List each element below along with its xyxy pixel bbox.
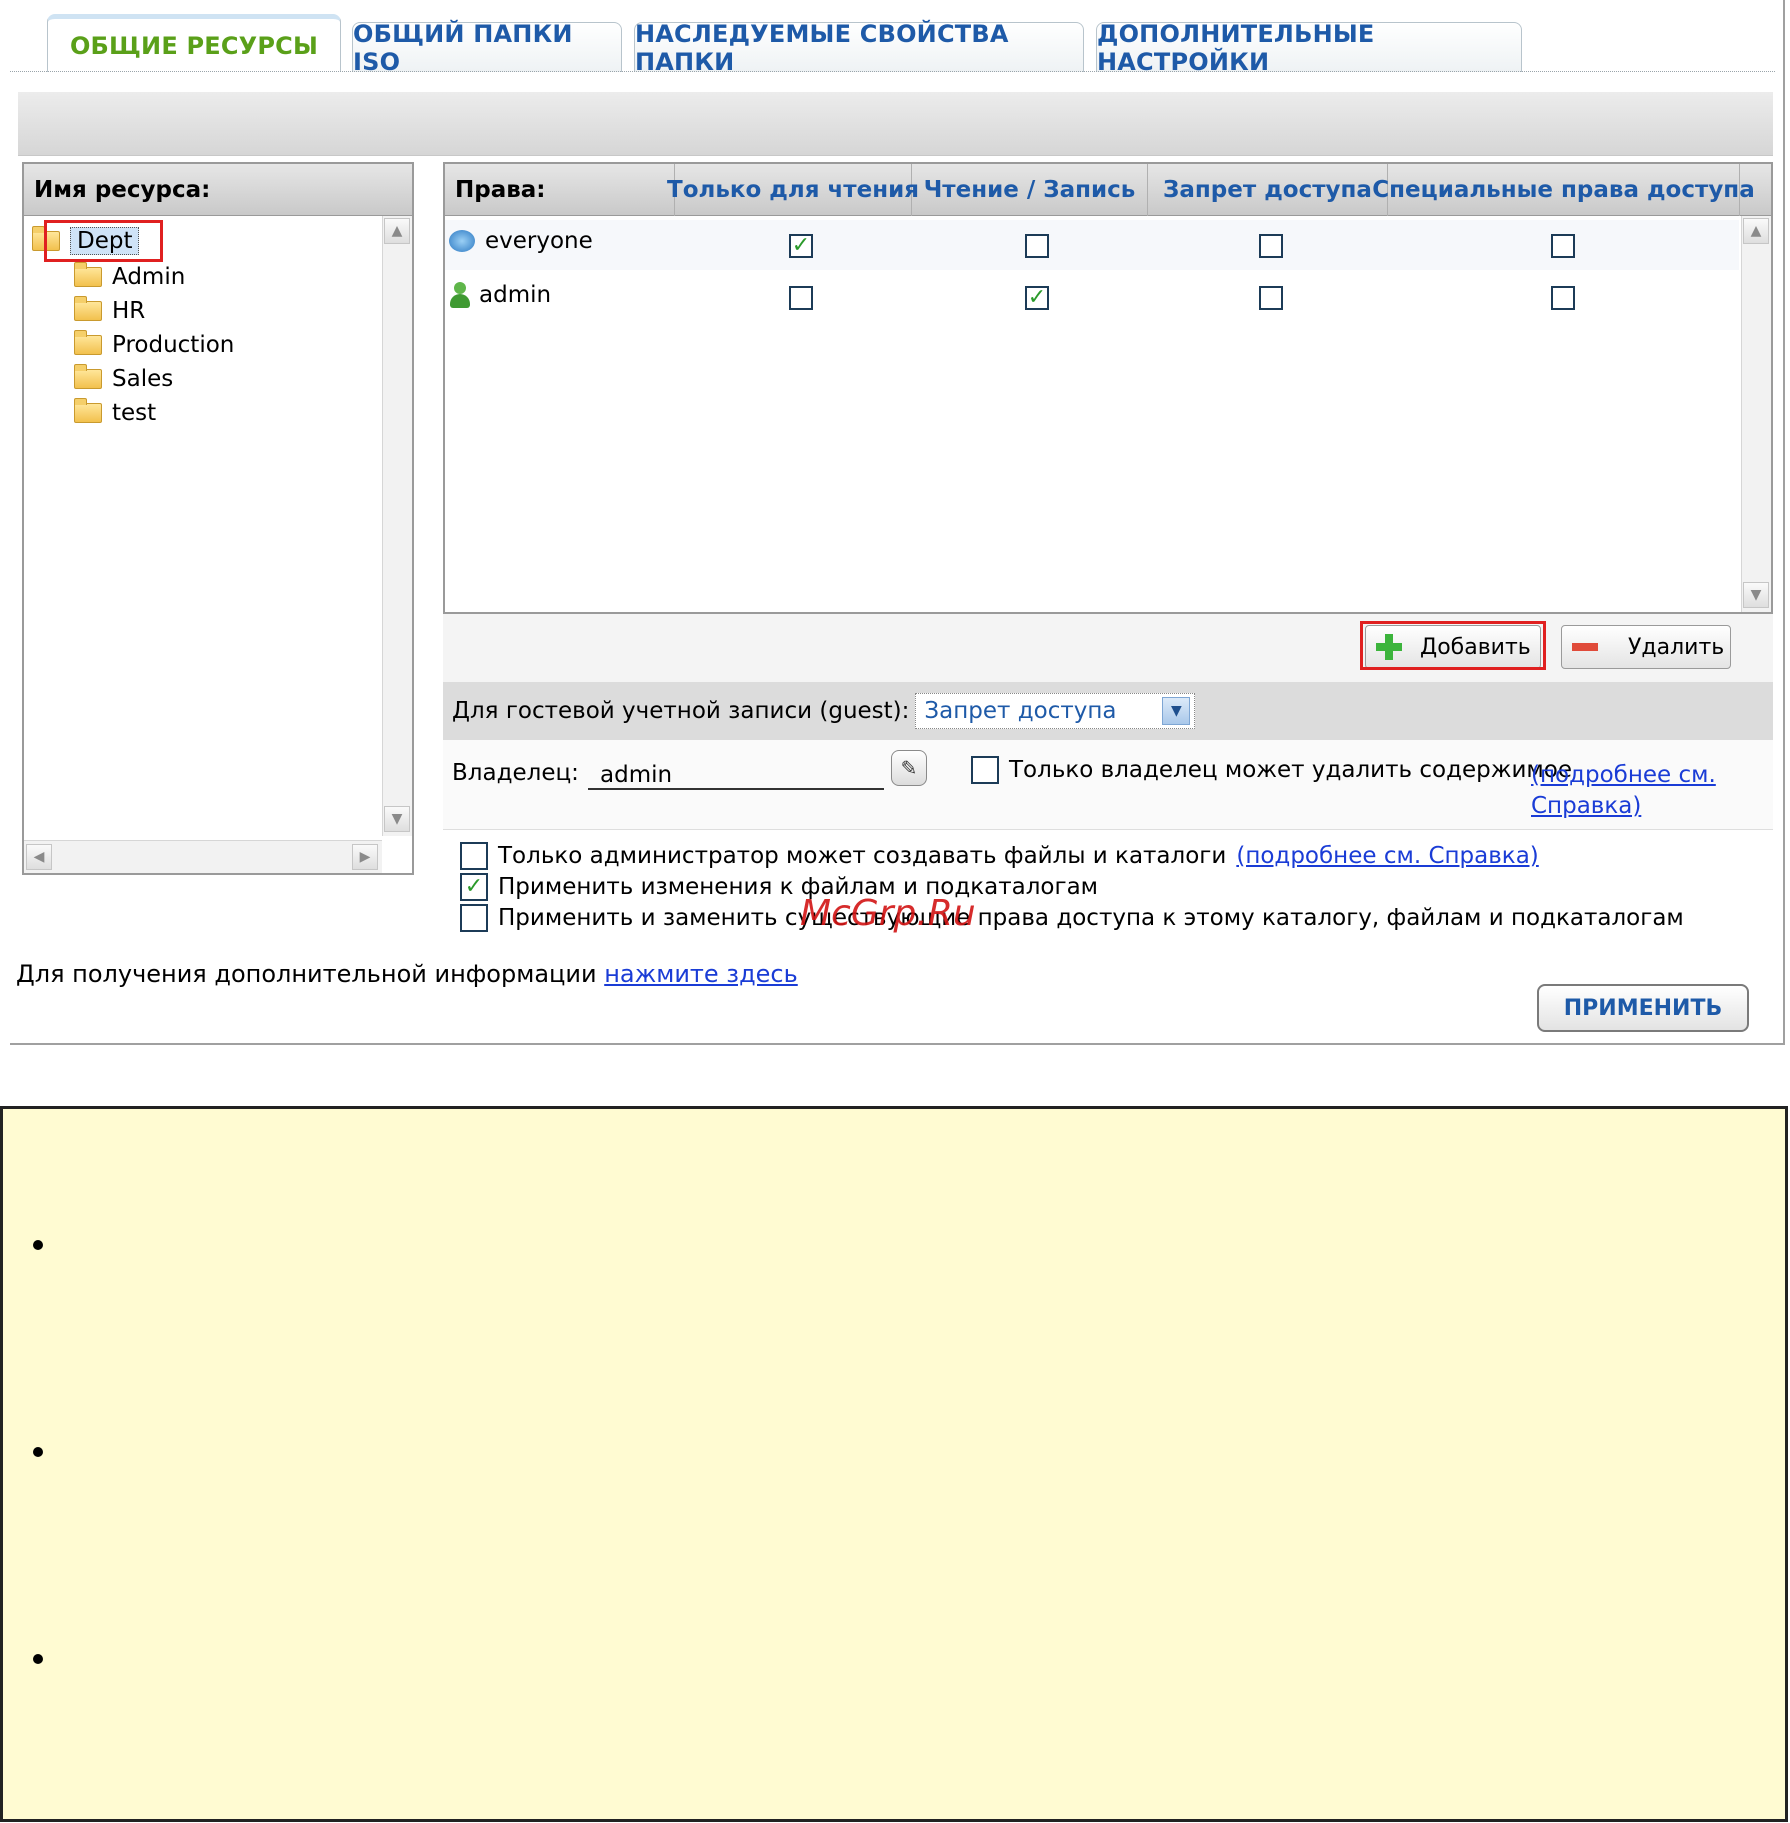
scroll-right-icon[interactable]: ▶ [352,844,378,870]
owner-field[interactable]: admin [588,754,884,790]
tree-children: Admin HR Production Sales test [74,260,234,430]
scroll-up-icon[interactable]: ▲ [1743,218,1769,244]
info-link[interactable]: нажмите здесь [604,960,798,988]
remove-button-label: Удалить [1628,634,1725,660]
bullet-dot [33,1447,43,1457]
col-read-write: Чтение / Запись [912,164,1148,216]
note-box [0,1106,1788,1822]
only-owner-delete-label: Только владелец может удалить содержимое [1009,757,1573,783]
owner-help-link[interactable]: (подробнее см. Справка) [1531,760,1771,822]
chevron-down-icon[interactable]: ▼ [1162,697,1191,725]
owner-section: Владелец: admin ✎ Только владелец может … [443,740,1773,830]
folder-icon [74,262,102,287]
checkbox-read-write[interactable]: ✓ [1025,286,1049,310]
tab-iso-folders[interactable]: ОБЩИЙ ПАПКИ ISO [352,20,622,76]
watermark: McGrp.Ru [800,893,976,934]
checkbox-deny[interactable] [1259,234,1283,258]
remove-button[interactable]: Удалить [1561,625,1731,669]
highlight-box-add [1360,621,1546,670]
scroll-down-icon[interactable]: ▼ [384,806,410,832]
tab-shared-resources[interactable]: ОБЩИЕ РЕСУРСЫ [47,14,341,72]
table-row[interactable]: everyone ✓ [445,220,1739,270]
group-icon [447,228,477,254]
option-label: Применить изменения к файлам и подкатало… [498,874,1099,900]
option-admin-create: Только администратор может создавать фай… [460,842,1539,870]
only-owner-delete-option: Только владелец может удалить содержимое [971,756,1572,784]
option-checkbox[interactable] [460,842,488,870]
folder-icon [74,330,102,355]
option-replace-permissions: Применить и заменить существующие права … [460,904,1684,932]
tree-item-label: Admin [112,264,186,290]
checkbox-read-only[interactable] [789,286,813,310]
scroll-left-icon[interactable]: ◀ [26,844,52,870]
highlight-box-dept [44,220,163,262]
option-checkbox[interactable]: ✓ [460,873,488,901]
only-owner-delete-checkbox[interactable] [971,756,999,784]
rights-vertical-scrollbar[interactable]: ▲ ▼ [1741,216,1771,612]
scroll-up-icon[interactable]: ▲ [384,218,410,244]
checkbox-special[interactable] [1551,286,1575,310]
bullet-dot [33,1654,43,1664]
tree-item-label: test [112,400,157,426]
owner-label: Владелец: [452,760,579,786]
tree-item[interactable]: HR [74,294,234,328]
checkbox-deny[interactable] [1259,286,1283,310]
tree-item-label: Sales [112,366,174,392]
tab-inherited-properties[interactable]: НАСЛЕДУЕМЫЕ СВОЙСТВА ПАПКИ [634,20,1084,76]
resource-tree-header: Имя ресурса: [24,164,412,216]
owner-value: admin [600,762,673,788]
bullet-dot [33,1240,43,1250]
user-icon [449,282,471,308]
option-label: Применить и заменить существующие права … [498,905,1684,931]
table-row[interactable]: admin ✓ [445,274,1739,324]
resource-tree-panel: Имя ресурса: Dept Admin HR Production Sa… [22,162,414,875]
guest-access-select[interactable]: Запрет доступа ▼ [915,693,1196,729]
option-checkbox[interactable] [460,904,488,932]
tree-horizontal-scrollbar[interactable]: ◀ ▶ [24,840,382,873]
tree-item[interactable]: Admin [74,260,234,294]
info-text: Для получения дополнительной информации [16,960,597,988]
col-special-rights: Специальные права доступа [1372,164,1755,216]
rights-user-name: admin [479,282,552,308]
scroll-down-icon[interactable]: ▼ [1743,582,1769,608]
info-line: Для получения дополнительной информации … [16,960,798,988]
guest-access-row: Для гостевой учетной записи (guest): Зап… [443,682,1773,740]
checkbox-read-only[interactable]: ✓ [789,234,813,258]
rights-table: Права: Только для чтения Чтение / Запись… [443,162,1773,614]
edit-owner-icon[interactable]: ✎ [891,750,927,786]
tree-item-label: HR [112,298,146,324]
option-label: Только администратор может создавать фай… [498,843,1227,869]
col-deny-access: Запрет доступа [1148,164,1388,216]
folder-icon [74,364,102,389]
tab-divider [10,71,1775,72]
apply-button[interactable]: ПРИМЕНИТЬ [1537,984,1749,1032]
guest-select-value: Запрет доступа [924,698,1117,724]
toolbar-band [18,92,1773,156]
col-read-only: Только для чтения [667,164,919,216]
folder-icon [74,296,102,321]
rights-user-name: everyone [485,228,593,254]
tree-item[interactable]: Sales [74,362,234,396]
tree-vertical-scrollbar[interactable]: ▲ ▼ [382,216,412,836]
folder-icon [74,398,102,423]
option-help-link[interactable]: (подробнее см. Справка) [1236,843,1538,869]
tree-item-label: Production [112,332,235,358]
guest-label: Для гостевой учетной записи (guest): [452,698,910,724]
minus-icon [1572,643,1598,651]
option-apply-children: ✓ Применить изменения к файлам и подката… [460,873,1098,901]
tree-item[interactable]: Production [74,328,234,362]
checkbox-read-write[interactable] [1025,234,1049,258]
checkbox-special[interactable] [1551,234,1575,258]
tree-item[interactable]: test [74,396,234,430]
tab-advanced-settings[interactable]: ДОПОЛНИТЕЛЬНЫЕ НАСТРОЙКИ [1096,20,1522,76]
rights-header-label: Права: [445,164,675,216]
